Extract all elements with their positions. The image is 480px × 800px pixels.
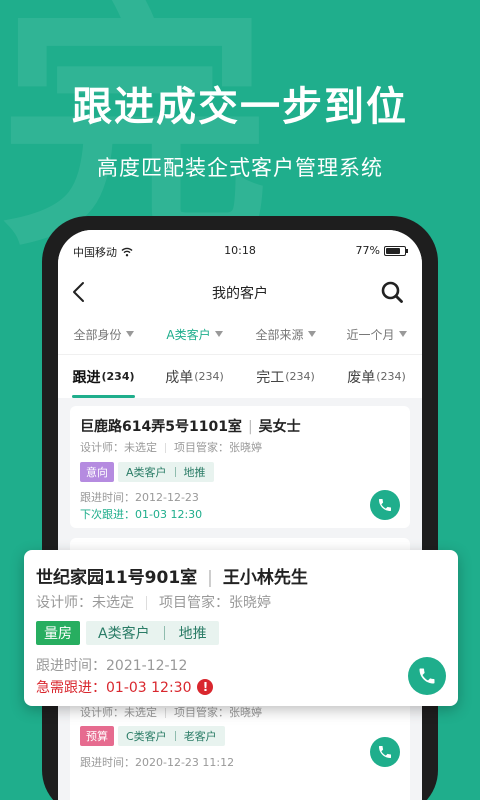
class-source-badge: C类客户 老客户 — [118, 726, 225, 746]
filter-bar: 全部身份 A类客户 全部来源 近一个月 — [58, 314, 422, 354]
filter-time-range[interactable]: 近一个月 — [331, 314, 422, 354]
class-tag: A类客户 — [98, 626, 150, 642]
tab-count: (234) — [194, 370, 224, 383]
class-tag: A类客户 — [126, 466, 167, 479]
card-followup-time: 跟进时间：2012-12-23 — [80, 491, 199, 504]
tab-void[interactable]: 废单 (234) — [331, 355, 422, 398]
filter-label: 全部来源 — [255, 327, 304, 342]
source-tag: 地推 — [178, 626, 207, 642]
card-manager: 项目管家：张晓婷 — [174, 706, 262, 719]
tab-followup[interactable]: 跟进 (234) — [58, 355, 149, 398]
card-title: 世纪家园11号901室 | 王小林先生 — [36, 568, 308, 588]
status-bar: 中国移动 10:18 77% — [58, 230, 422, 270]
battery-fill — [386, 247, 400, 254]
search-icon[interactable] — [380, 280, 404, 304]
filter-source[interactable]: 全部来源 — [240, 314, 331, 354]
card-meta: 设计师：未选定 项目管家：张晓婷 — [80, 704, 262, 720]
card-manager: 项目管家：张晓婷 — [159, 595, 271, 611]
phone-call-icon — [419, 668, 435, 684]
call-button[interactable] — [408, 657, 446, 695]
urgent-followup: 急需跟进：01-03 12:30 ! — [36, 677, 214, 697]
hero-subtitle: 高度匹配装企式客户管理系统 — [97, 156, 383, 180]
filter-label: A类客户 — [166, 327, 211, 342]
card-address: 世纪家园11号901室 — [36, 568, 198, 588]
tab-completed[interactable]: 完工 (234) — [240, 355, 331, 398]
card-title: 巨鹿路614弄5号1101室 | 吴女士 — [80, 419, 301, 435]
caret-down-icon — [214, 331, 223, 337]
card-meta: 设计师：未选定 项目管家：张晓婷 — [80, 439, 262, 455]
card-manager: 项目管家：张晓婷 — [174, 441, 262, 454]
filter-identity[interactable]: 全部身份 — [58, 314, 149, 354]
battery-percent: 77% — [355, 244, 380, 257]
card-meta: 设计师：未选定 项目管家：张晓婷 — [36, 592, 271, 612]
class-source-badge: A类客户 地推 — [118, 462, 214, 482]
filter-label: 全部身份 — [73, 327, 122, 342]
tab-label: 完工 — [256, 369, 285, 386]
page-title: 我的客户 — [212, 286, 268, 302]
tab-deal[interactable]: 成单 (234) — [149, 355, 240, 398]
status-badge: 意向 — [80, 462, 114, 482]
customer-card[interactable]: 巨鹿路614弄5号1101室 | 吴女士 设计师：未选定 项目管家：张晓婷 意向 A类… — [70, 406, 410, 528]
card-designer: 设计师：未选定 — [36, 595, 134, 611]
card-customer: 吴女士 — [258, 419, 301, 435]
call-button[interactable] — [370, 737, 400, 767]
phone-call-icon — [379, 746, 391, 758]
card-designer: 设计师：未选定 — [80, 441, 157, 454]
highlighted-customer-card[interactable]: 世纪家园11号901室 | 王小林先生 设计师：未选定 项目管家：张晓婷 量房 A类客… — [24, 550, 458, 706]
urgent-followup-text: 急需跟进：01-03 12:30 — [36, 680, 192, 696]
tab-count: (234) — [285, 370, 315, 383]
app-screen: 中国移动 10:18 77% 我的客户 全部身份 A类客户 全部来源 近一个月 … — [58, 230, 422, 800]
status-badge: 量房 — [36, 621, 80, 645]
card-followup-time: 跟进时间：2020-12-23 11:12 — [80, 756, 235, 769]
card-tags: 意向 A类客户 地推 — [80, 462, 214, 482]
card-tags: 量房 A类客户 地推 — [36, 621, 219, 645]
source-tag: 老客户 — [183, 730, 217, 743]
card-address: 巨鹿路614弄5号1101室 — [80, 419, 242, 435]
tab-label: 废单 — [347, 369, 376, 386]
card-customer: 王小林先生 — [222, 568, 308, 588]
customer-card[interactable] — [70, 786, 410, 800]
tab-label: 跟进 — [72, 369, 101, 386]
warning-icon: ! — [197, 679, 214, 695]
phone-call-icon — [379, 499, 391, 511]
class-tag: C类客户 — [126, 730, 167, 743]
hero-title: 跟进成交一步到位 — [72, 84, 408, 130]
tab-count: (234) — [101, 370, 135, 383]
card-next-followup: 下次跟进：01-03 12:30 — [80, 508, 203, 521]
call-button[interactable] — [370, 490, 400, 520]
nav-bar: 我的客户 — [58, 270, 422, 314]
caret-down-icon — [398, 331, 407, 337]
battery-icon — [384, 245, 408, 256]
battery-status: 77% — [355, 244, 408, 257]
card-designer: 设计师：未选定 — [80, 706, 157, 719]
caret-down-icon — [125, 331, 134, 337]
source-tag: 地推 — [183, 466, 206, 479]
class-source-badge: A类客户 地推 — [86, 621, 219, 645]
card-followup-time: 跟进时间：2021-12-12 — [36, 658, 188, 674]
filter-customer-class[interactable]: A类客户 — [149, 314, 240, 354]
card-tags: 预算 C类客户 老客户 — [80, 726, 225, 746]
status-tabs: 跟进 (234) 成单 (234) 完工 (234) 废单 (234) — [58, 354, 422, 398]
caret-down-icon — [307, 331, 316, 337]
status-badge: 预算 — [80, 726, 114, 746]
tab-count: (234) — [376, 370, 406, 383]
filter-label: 近一个月 — [346, 327, 395, 342]
tab-label: 成单 — [165, 369, 194, 386]
